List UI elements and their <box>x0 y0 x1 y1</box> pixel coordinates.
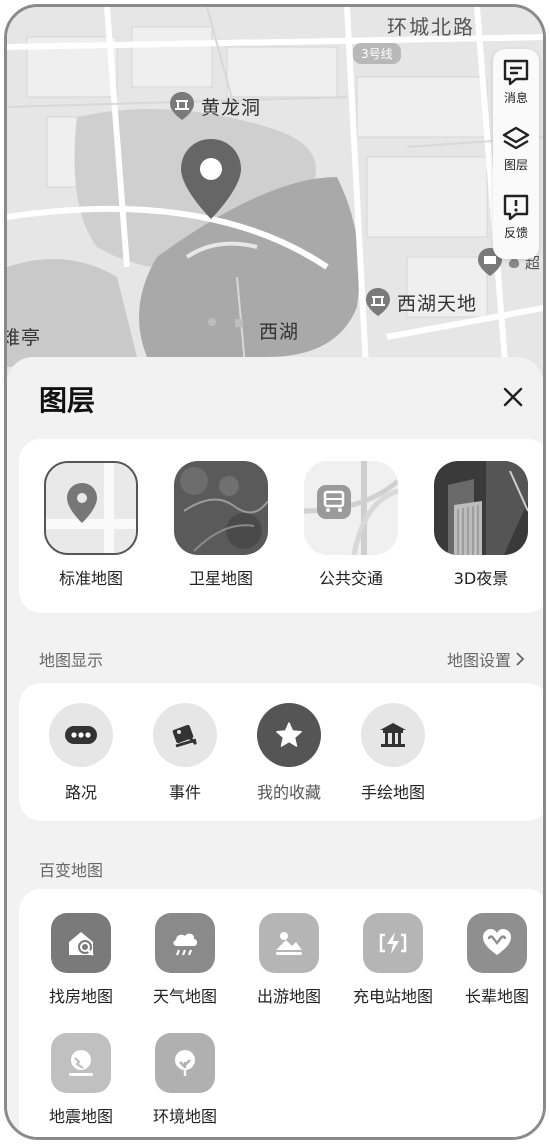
variety-label: 地震地图 <box>48 1107 113 1126</box>
environment-icon <box>155 1033 215 1093</box>
close-icon[interactable] <box>497 381 529 413</box>
heart-icon <box>467 913 527 973</box>
variety-section-title: 百变地图 <box>39 861 104 880</box>
star-icon <box>257 703 321 767</box>
layer-3d-night[interactable]: 3D夜景 <box>433 461 529 589</box>
message-button[interactable]: 消息 <box>493 57 539 124</box>
layers-label: 图层 <box>503 158 528 173</box>
satellite-map-thumbnail <box>174 461 268 555</box>
message-icon <box>503 59 529 86</box>
layer-label: 卫星地图 <box>188 569 253 588</box>
variety-label: 充电站地图 <box>352 987 433 1006</box>
edge-label-left: 雉亭 <box>7 327 42 349</box>
phone-frame: 环城北路 3号线 黄龙洞 西湖天地 西湖 雉亭 <box>4 4 546 1140</box>
display-event[interactable]: 事件 <box>139 703 231 803</box>
location-pin-icon[interactable] <box>179 137 243 221</box>
display-options-card: 路况 事件 我的收藏 手绘地图 <box>19 683 543 821</box>
display-favorites[interactable]: 我的收藏 <box>243 703 335 803</box>
layer-type-card: 标准地图 卫星地图 公共交通 3D夜景 <box>19 439 543 613</box>
display-label: 路况 <box>64 783 97 802</box>
variety-weather[interactable]: 天气地图 <box>135 913 235 1007</box>
road-label-north: 环城北路 <box>387 15 475 39</box>
variety-label: 找房地图 <box>48 987 113 1006</box>
variety-label: 天气地图 <box>152 987 217 1006</box>
house-search-icon <box>51 913 111 973</box>
map-settings-link[interactable]: 地图设置 <box>447 647 525 671</box>
transit-map-thumbnail <box>304 461 398 555</box>
message-label: 消息 <box>503 91 528 105</box>
pavilion-icon <box>361 703 425 767</box>
map-side-toolbar: 消息 图层 反馈 <box>493 49 539 259</box>
display-section-title: 地图显示 <box>39 651 104 670</box>
layer-standard[interactable]: 标准地图 <box>43 461 139 589</box>
poi-label: 黄龙洞 <box>201 96 262 119</box>
layers-sheet: 图层 标准地图 卫星地图 公共交通 3D夜景 地图显示 地图设置 路况 事件 我… <box>7 357 543 1137</box>
variety-house-search[interactable]: 找房地图 <box>31 913 131 1007</box>
poi-huanglong[interactable]: 黄龙洞 <box>169 91 261 121</box>
variety-label: 环境地图 <box>152 1107 217 1126</box>
chevron-right-icon <box>516 652 525 666</box>
weather-icon <box>155 913 215 973</box>
poi-marker-icon <box>366 288 390 316</box>
sheet-title: 图层 <box>39 384 96 417</box>
layers-button[interactable]: 图层 <box>493 124 539 191</box>
display-hand-drawn[interactable]: 手绘地图 <box>347 703 439 803</box>
map-view[interactable]: 环城北路 3号线 黄龙洞 西湖天地 西湖 雉亭 <box>7 7 543 387</box>
layer-satellite[interactable]: 卫星地图 <box>173 461 269 589</box>
feedback-icon <box>503 194 529 220</box>
poi-xihu-tiandi[interactable]: 西湖天地 <box>365 287 477 317</box>
metro-line-badge: 3号线 <box>353 43 401 64</box>
night-3d-thumbnail <box>434 461 528 555</box>
layer-transit[interactable]: 公共交通 <box>303 461 399 589</box>
variety-environment[interactable]: 环境地图 <box>135 1033 235 1127</box>
poi-label: 西湖天地 <box>397 292 478 315</box>
layer-label: 3D夜景 <box>453 569 509 588</box>
feedback-button[interactable]: 反馈 <box>493 192 539 259</box>
variety-elder[interactable]: 长辈地图 <box>447 913 543 1007</box>
variety-label: 长辈地图 <box>464 987 529 1006</box>
layer-label: 公共交通 <box>318 569 383 588</box>
map-settings-label: 地图设置 <box>446 651 511 670</box>
display-label: 手绘地图 <box>360 783 425 802</box>
layers-icon <box>502 127 530 150</box>
layer-label: 标准地图 <box>58 569 123 588</box>
poi-marker-icon <box>170 92 194 120</box>
variety-maps-card: 找房地图 天气地图 出游地图 充电站地图 长辈地图 地震地图 环境地图 <box>19 889 543 1137</box>
feedback-label: 反馈 <box>503 225 528 240</box>
display-label: 我的收藏 <box>256 783 321 802</box>
variety-label: 出游地图 <box>256 987 321 1006</box>
traffic-icon <box>49 703 113 767</box>
earthquake-icon <box>51 1033 111 1093</box>
display-traffic[interactable]: 路况 <box>35 703 127 803</box>
variety-travel[interactable]: 出游地图 <box>239 913 339 1007</box>
charging-icon <box>363 913 423 973</box>
display-label: 事件 <box>168 783 201 802</box>
variety-earthquake[interactable]: 地震地图 <box>31 1033 131 1127</box>
variety-charging[interactable]: 充电站地图 <box>343 913 443 1007</box>
lake-label: 西湖 <box>259 321 300 343</box>
travel-icon <box>259 913 319 973</box>
standard-map-thumbnail <box>44 461 138 555</box>
event-icon <box>153 703 217 767</box>
